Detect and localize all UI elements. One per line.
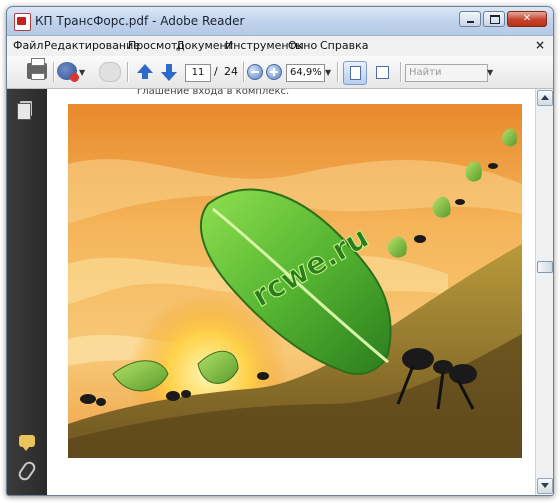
arrow-down-stem	[166, 64, 172, 72]
search-input[interactable]: Найти	[405, 64, 488, 82]
menu-file[interactable]: Файл	[13, 39, 43, 52]
fit-width-button[interactable]	[373, 63, 391, 81]
app-window: КП ТрансФорс.pdf - Adobe Reader Файл Ред…	[6, 6, 554, 496]
minimize-button[interactable]	[459, 11, 481, 27]
total-pages: 24	[224, 65, 238, 78]
window-title: КП ТрансФорс.pdf - Adobe Reader	[35, 14, 245, 28]
zoom-input[interactable]: 64,9%	[286, 64, 325, 82]
comments-icon[interactable]	[19, 435, 35, 451]
page-number-input[interactable]: 11	[185, 64, 211, 82]
zoom-dropdown-icon[interactable]: ▼	[325, 68, 331, 77]
scroll-thumb[interactable]	[537, 261, 553, 273]
scroll-down-button[interactable]	[537, 478, 553, 494]
menu-window[interactable]: Окно	[288, 39, 317, 52]
menu-help[interactable]: Справка	[320, 39, 368, 52]
pdf-document-icon	[14, 13, 31, 31]
scroll-up-button[interactable]	[537, 90, 553, 106]
zoom-in-icon[interactable]	[266, 64, 282, 80]
search-dropdown-icon[interactable]: ▼	[487, 68, 493, 77]
collaborate-dropdown-icon[interactable]: ▼	[79, 68, 85, 77]
arrow-down-icon	[161, 72, 177, 81]
zoom-out-icon[interactable]	[247, 64, 263, 80]
title-bar[interactable]: КП ТрансФорс.pdf - Adobe Reader	[7, 7, 553, 36]
maximize-button[interactable]	[483, 11, 505, 27]
pages-icon[interactable]	[17, 101, 32, 120]
toolbar-separator	[243, 62, 245, 82]
close-document-icon[interactable]: ×	[535, 38, 545, 52]
page-separator: /	[214, 65, 218, 78]
close-button[interactable]	[507, 11, 547, 27]
previous-page-button[interactable]	[135, 62, 155, 82]
share-icon	[99, 62, 121, 82]
page-illustration: rcwe.ru	[68, 104, 522, 458]
toolbar-separator	[337, 62, 339, 82]
document-view[interactable]: глашение входа в комплекс. rcwe.ru	[47, 89, 536, 495]
next-page-button[interactable]	[159, 62, 179, 82]
attachments-icon[interactable]	[16, 459, 38, 483]
fit-page-button[interactable]	[343, 61, 367, 85]
toolbar-separator	[127, 62, 129, 82]
collaborate-icon[interactable]	[57, 62, 79, 82]
navigation-panel	[7, 89, 47, 495]
menu-edit[interactable]: Редактирование	[44, 39, 140, 52]
page-text-fragment: глашение входа в комплекс.	[137, 89, 290, 97]
arrow-up-stem	[142, 72, 148, 79]
window-controls	[457, 11, 547, 27]
print-icon[interactable]	[27, 58, 47, 80]
toolbar: ▼ 11 / 24 64,9% ▼ Найти ▼	[7, 56, 553, 89]
menu-bar: Файл Редактирование Просмотр Документ Ин…	[7, 36, 553, 57]
toolbar-separator	[53, 62, 55, 82]
vertical-scrollbar[interactable]	[535, 89, 553, 495]
toolbar-separator	[400, 62, 402, 82]
